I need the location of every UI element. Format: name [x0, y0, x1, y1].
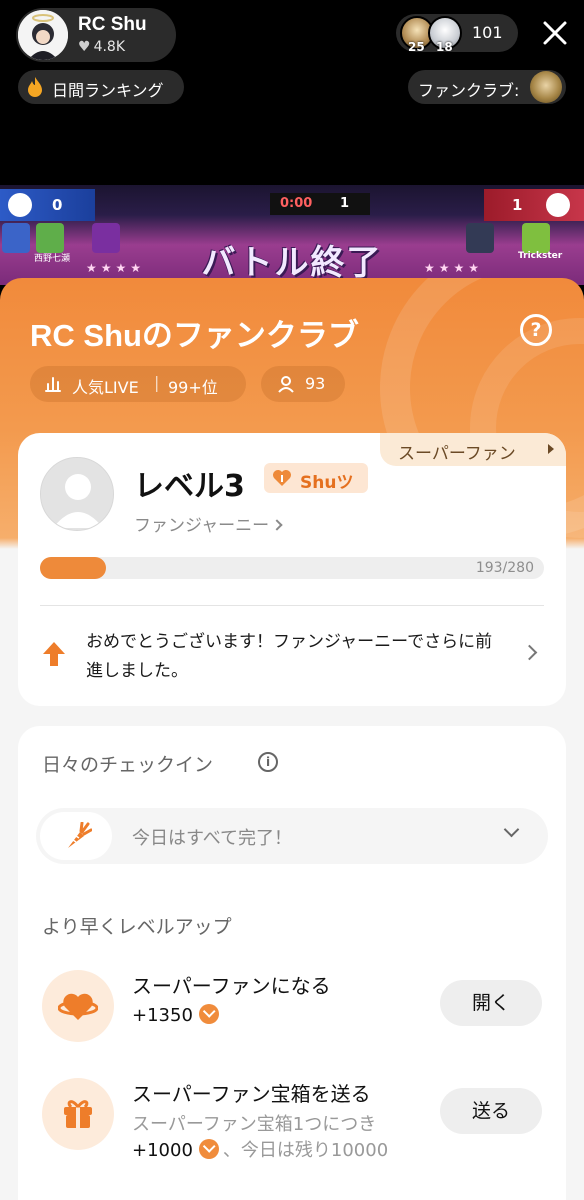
task-title: スーパーファンになる: [132, 974, 331, 998]
person-icon: [278, 376, 294, 393]
host-likes-count: 4.8K: [93, 39, 126, 55]
level-progress-bar: 193/280: [40, 557, 544, 579]
task-points: +1350: [132, 1004, 219, 1026]
host-avatar-image: [18, 10, 68, 60]
congrats-message[interactable]: おめでとうございます！ファンジャーニーでさらに前進しました。: [86, 628, 506, 686]
fan-point-icon: [198, 1139, 219, 1159]
match-timer-value: 0:00: [280, 196, 313, 211]
task-points-value: +1350: [132, 1005, 193, 1026]
caret-right-icon: [548, 444, 554, 454]
live-stream-video[interactable]: 0 0:00 1 1 西野七瀬 Trickster バトル終了 ★★★★ ★★★…: [0, 185, 584, 285]
arrow-up-icon: [43, 642, 65, 666]
member-count-pill[interactable]: 93: [261, 366, 345, 402]
task-item: スーパーファンになる +1350 開く: [42, 970, 542, 1050]
fanclub-title: RC Shuのファンクラブ: [30, 318, 359, 353]
fanclub-entry-button[interactable]: ファンクラブ:: [408, 70, 566, 104]
bar-chart-icon: [45, 377, 61, 392]
task-points-value: +1000: [132, 1140, 193, 1161]
chevron-right-icon[interactable]: [521, 644, 538, 661]
default-avatar-icon: [41, 458, 113, 530]
match-timer: 0:00 1: [270, 193, 370, 215]
gift-icon: [64, 1100, 92, 1128]
task-points: +1000 、今日は残り10000: [132, 1136, 388, 1162]
fan-badge: Shuツ: [264, 463, 368, 493]
match-timer-count: 1: [340, 196, 350, 211]
soccer-ball-icon: [546, 193, 570, 217]
close-icon: [543, 21, 567, 45]
superfan-tag-label: スーパーファン: [398, 444, 516, 464]
popularity-rank: 99+位: [168, 378, 218, 397]
badge-heart-icon: [273, 470, 291, 486]
close-button[interactable]: [540, 18, 570, 48]
fanclub-entry-label: ファンクラブ:: [418, 81, 520, 100]
team-right-score: 1: [512, 196, 523, 214]
info-icon[interactable]: i: [258, 752, 278, 772]
chevron-right-icon: [271, 519, 283, 531]
task-item: スーパーファン宝箱を送る スーパーファン宝箱1つにつき +1000 、今日は残り1…: [42, 1078, 542, 1178]
member-count: 93: [305, 374, 326, 393]
planet-heart-icon: [58, 993, 98, 1020]
daily-ranking-label: 日間ランキング: [52, 81, 164, 100]
host-avatar[interactable]: [18, 10, 68, 60]
task-icon-wrapper: [42, 970, 114, 1042]
viewer-summary[interactable]: 25 18 101: [396, 14, 518, 54]
level-progress-text: 193/280: [475, 560, 534, 576]
popularity-label: 人気LIVE: [72, 378, 139, 397]
carrot-icon-wrapper: [40, 812, 112, 860]
stars-decoration: ★★★★: [424, 261, 484, 275]
host-info[interactable]: RC Shu ♥ 4.8K: [16, 8, 176, 62]
divider: [40, 605, 544, 606]
task-remaining: 、今日は残り10000: [222, 1140, 389, 1161]
fan-journey-link[interactable]: ファンジャーニー: [134, 511, 283, 536]
live-top-bar: RC Shu ♥ 4.8K 25 18 101 日間ランキング ファンクラブ:: [0, 0, 584, 185]
carrot-icon: [68, 822, 92, 848]
task-title: スーパーファン宝箱を送る: [132, 1082, 371, 1106]
fan-badge-name: Shuツ: [300, 473, 354, 493]
host-likes: ♥ 4.8K: [78, 39, 125, 55]
task-subtitle: スーパーファン宝箱1つにつき: [132, 1114, 377, 1135]
fanclub-sheet: RC Shuのファンクラブ ? 人気LIVE | 99+位 93 スーパーファン: [0, 278, 584, 1200]
user-avatar: [40, 457, 114, 531]
chevron-down-icon[interactable]: [503, 821, 520, 838]
host-name: RC Shu: [78, 14, 147, 35]
popularity-rank-pill[interactable]: 人気LIVE | 99+位: [30, 366, 246, 402]
send-button[interactable]: 送る: [440, 1088, 542, 1134]
superfan-tag[interactable]: スーパーファン: [380, 433, 566, 466]
fire-icon: [28, 77, 42, 97]
checkin-status-row[interactable]: 今日はすべて完了！: [36, 808, 548, 864]
checkin-status: 今日はすべて完了！: [132, 828, 293, 849]
soccer-ball-icon: [8, 193, 32, 217]
pill-separator: |: [154, 373, 160, 392]
fan-journey-label: ファンジャーニー: [134, 516, 270, 536]
checkin-title: 日々のチェックイン: [42, 754, 214, 776]
fanclub-badge-icon: [530, 71, 562, 103]
level-up-title: より早くレベルアップ: [42, 916, 232, 938]
open-button[interactable]: 開く: [440, 980, 542, 1026]
heart-icon: ♥: [78, 39, 91, 55]
viewer-badge-level: 18: [436, 40, 453, 54]
stars-decoration: ★★★★: [86, 261, 146, 275]
fan-point-icon: [198, 1004, 219, 1024]
level-label: レベル3: [134, 469, 245, 504]
team-left-score: 0: [52, 196, 63, 214]
task-icon-wrapper: [42, 1078, 114, 1150]
battle-status-banner: バトル終了: [201, 243, 383, 283]
team-right-score-panel: 1: [484, 189, 584, 221]
level-progress-fill: [40, 557, 106, 579]
team-left-score-panel: 0: [0, 189, 95, 221]
checkin-card: 日々のチェックイン i 今日はすべて完了！ より早くレベルアップ スーパーファン…: [18, 726, 566, 1200]
fan-level-card: スーパーファン レベル3 Shuツ ファンジャーニー 193/280 おめでとう…: [18, 433, 566, 706]
viewer-count: 101: [472, 23, 503, 42]
question-circle-icon[interactable]: ?: [520, 314, 552, 346]
viewer-badge-level: 25: [408, 40, 425, 54]
daily-ranking-button[interactable]: 日間ランキング: [18, 70, 184, 104]
